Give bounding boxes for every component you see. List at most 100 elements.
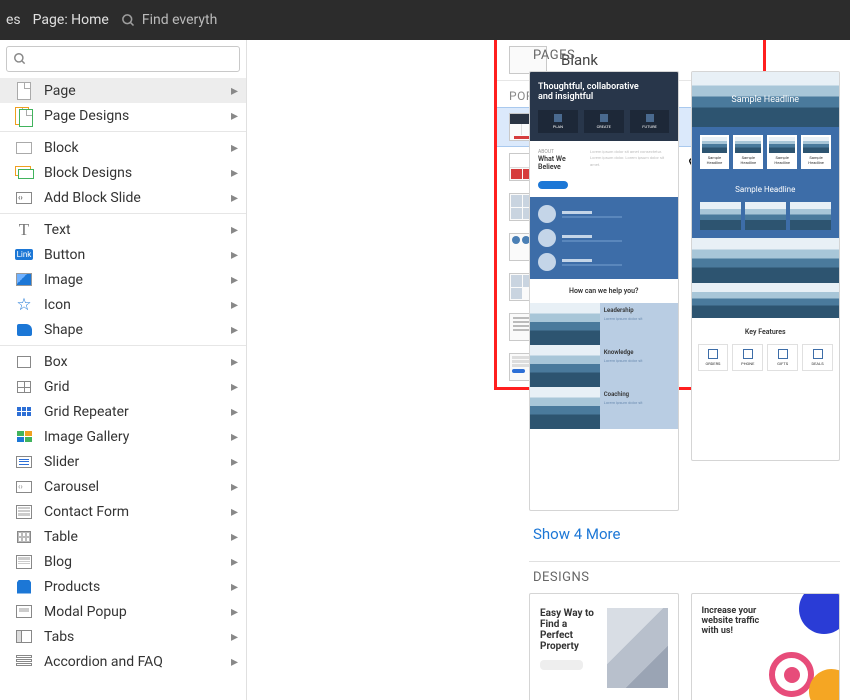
chevron-right-icon: ▸ (231, 83, 238, 99)
features-title: Key Features (692, 318, 840, 340)
feature-tile: ORDERS (698, 344, 729, 371)
right-container: Blank POPULAR Home▸Landing▸Portfolio▸Tea… (247, 40, 850, 700)
elements-sidebar: Page▸Page Designs▸Block▸Block Designs▸‹›… (0, 40, 247, 700)
tabs-icon (14, 628, 34, 646)
sidebar-item-label: Image Gallery (44, 429, 221, 445)
help-title: How can we help you? (530, 279, 678, 303)
sidebar-item-button[interactable]: LinkButton▸ (0, 242, 246, 267)
sidebar-item-products[interactable]: Products▸ (0, 574, 246, 599)
chevron-right-icon: ▸ (231, 108, 238, 124)
accordion-icon (14, 653, 34, 671)
sidebar-item-label: Table (44, 529, 221, 545)
slider-icon (14, 453, 34, 471)
sidebar-item-label: Products (44, 579, 221, 595)
carousel-icon: ‹› (14, 478, 34, 496)
design-line: Perfect Property (540, 630, 601, 652)
sidebar-item-label: Text (44, 222, 221, 238)
chevron-right-icon: ▸ (231, 190, 238, 206)
chevron-right-icon: ▸ (231, 322, 238, 338)
chevron-right-icon: ▸ (231, 140, 238, 156)
sidebar-item-add-block-slide[interactable]: ‹›Add Block Slide▸ (0, 185, 246, 210)
block-designs-icon (14, 164, 34, 182)
sidebar-item-box[interactable]: Box ▸ (0, 349, 246, 374)
sidebar-item-block[interactable]: Block ▸ (0, 135, 246, 160)
right-panel: PAGES Thoughtful, collaborative and insi… (519, 40, 850, 700)
button-icon: Link (14, 246, 34, 264)
feature-tile: PHONE (732, 344, 763, 371)
hero-line: and insightful (538, 92, 670, 102)
sidebar-item-accordion-and-faq[interactable]: Accordion and FAQ ▸ (0, 649, 246, 674)
chevron-right-icon: ▸ (231, 379, 238, 395)
sidebar-item-image[interactable]: Image▸ (0, 267, 246, 292)
page-thumbnail-1[interactable]: Thoughtful, collaborative and insightful… (529, 71, 679, 511)
pages-grid: Thoughtful, collaborative and insightful… (529, 71, 840, 511)
sidebar-list: Page▸Page Designs▸Block▸Block Designs▸‹›… (0, 78, 246, 700)
box-icon (14, 353, 34, 371)
chevron-right-icon: ▸ (231, 297, 238, 313)
divider (0, 131, 246, 132)
sidebar-item-tabs[interactable]: Tabs ▸ (0, 624, 246, 649)
hero-tile: PLAN (538, 110, 578, 133)
sidebar-item-shape[interactable]: Shape▸ (0, 317, 246, 342)
contact-form-icon (14, 503, 34, 521)
pages-section-title: PAGES (529, 40, 840, 71)
truncated-label: es (6, 12, 21, 28)
show-more-link[interactable]: Show 4 More (529, 511, 840, 561)
page-icon (14, 82, 34, 100)
grid-repeater-icon (14, 403, 34, 421)
sidebar-item-modal-popup[interactable]: Modal Popup▸ (0, 599, 246, 624)
feature-tile: GIFTS (767, 344, 798, 371)
feature-tile: DEALS (802, 344, 833, 371)
sidebar-item-label: Block (44, 140, 221, 156)
page-thumbnail-2[interactable]: Sample Headline Sample Headline Sample He… (691, 71, 841, 461)
sidebar-item-contact-form[interactable]: Contact Form▸ (0, 499, 246, 524)
sidebar-item-label: Grid Repeater (44, 404, 221, 420)
global-search[interactable]: Find everyth (121, 12, 217, 28)
sidebar-item-label: Tabs (44, 629, 221, 645)
sidebar-item-image-gallery[interactable]: Image Gallery ▸ (0, 424, 246, 449)
sidebar-item-text[interactable]: T Text ▸ (0, 217, 246, 242)
sidebar-item-page-designs[interactable]: Page Designs ▸ (0, 103, 246, 128)
icon-icon: ☆ (14, 296, 34, 314)
page-indicator: Page: Home (33, 12, 109, 28)
chevron-right-icon: ▸ (231, 629, 238, 645)
shape-icon (14, 321, 34, 339)
divider (0, 345, 246, 346)
chevron-right-icon: ▸ (231, 354, 238, 370)
chevron-right-icon: ▸ (231, 529, 238, 545)
design-thumbnail-1[interactable]: Easy Way to Find a Perfect Property (529, 593, 679, 700)
chevron-right-icon: ▸ (231, 404, 238, 420)
sidebar-item-blog[interactable]: Blog▸ (0, 549, 246, 574)
chevron-right-icon: ▸ (231, 429, 238, 445)
sidebar-item-carousel[interactable]: ‹›Carousel▸ (0, 474, 246, 499)
table-icon (14, 528, 34, 546)
headline: Sample Headline (692, 72, 840, 127)
text-icon: T (14, 221, 34, 239)
sidebar-item-label: Box (44, 354, 221, 370)
sidebar-item-page[interactable]: Page▸ (0, 78, 246, 103)
sidebar-item-grid-repeater[interactable]: Grid Repeater ▸ (0, 399, 246, 424)
grid-icon (14, 378, 34, 396)
hero-line: Thoughtful, collaborative (538, 82, 670, 92)
sidebar-item-label: Page Designs (44, 108, 221, 124)
topbar: es Page: Home Find everyth (0, 0, 850, 40)
design-thumbnail-2[interactable]: Increase your website traffic with us! (691, 593, 841, 700)
sidebar-item-label: Modal Popup (44, 604, 221, 620)
sidebar-item-grid[interactable]: Grid▸ (0, 374, 246, 399)
mini-card: Sample Headline (767, 135, 797, 169)
global-search-placeholder: Find everyth (142, 12, 217, 28)
sidebar-item-icon[interactable]: ☆Icon▸ (0, 292, 246, 317)
main-area: Page▸Page Designs▸Block▸Block Designs▸‹›… (0, 40, 850, 700)
chevron-right-icon: ▸ (231, 654, 238, 670)
sidebar-item-slider[interactable]: Slider▸ (0, 449, 246, 474)
chevron-right-icon: ▸ (231, 222, 238, 238)
sidebar-item-block-designs[interactable]: Block Designs▸ (0, 160, 246, 185)
page-designs-icon (14, 107, 34, 125)
mini-card: Sample Headline (700, 135, 730, 169)
sidebar-item-label: Accordion and FAQ (44, 654, 221, 670)
modal-popup-icon (14, 603, 34, 621)
sidebar-search-input[interactable] (6, 46, 240, 72)
sidebar-item-table[interactable]: Table ▸ (0, 524, 246, 549)
hero-tile: CREATE (584, 110, 624, 133)
chevron-right-icon: ▸ (231, 554, 238, 570)
